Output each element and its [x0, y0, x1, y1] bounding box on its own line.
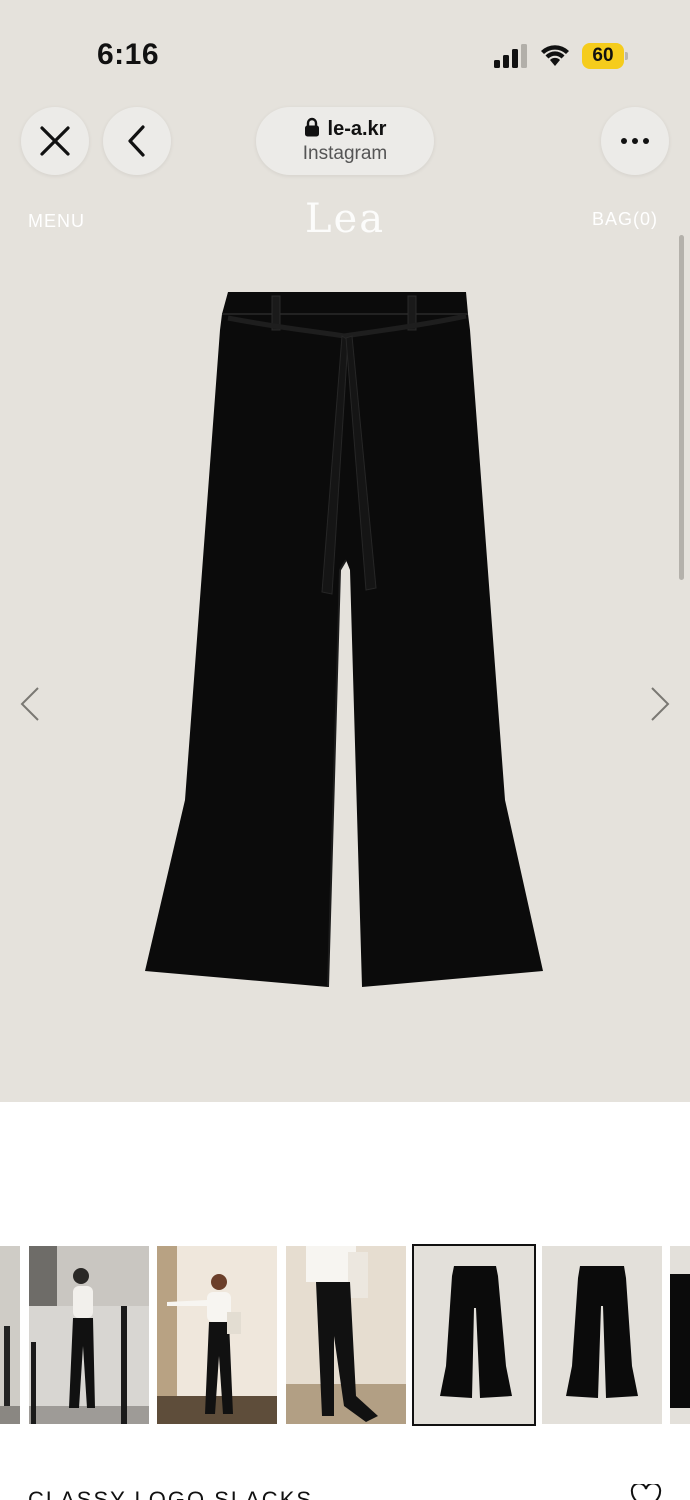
close-icon [40, 126, 70, 156]
url-domain: le-a.kr [327, 118, 387, 140]
menu-link[interactable]: MENU [28, 211, 85, 232]
thumbnail[interactable] [157, 1246, 277, 1424]
product-title: CLASSY LOGO SLACKS [28, 1487, 314, 1500]
chevron-left-icon[interactable] [18, 686, 42, 722]
thumbnail-selected[interactable] [412, 1244, 536, 1426]
trousers-figure [145, 292, 543, 988]
more-button[interactable] [601, 107, 669, 175]
thumbnail[interactable] [0, 1246, 20, 1424]
wifi-icon [541, 45, 569, 66]
status-bar: 6:16 60 [0, 0, 690, 100]
thumbnail-strip[interactable] [0, 1244, 690, 1426]
status-time: 6:16 [97, 38, 160, 71]
url-bar[interactable]: le-a.kr Instagram [256, 107, 434, 175]
lock-icon [304, 117, 319, 137]
back-button[interactable] [103, 107, 171, 175]
battery-indicator: 60 [582, 43, 628, 69]
more-icon [621, 138, 649, 144]
thumbnail[interactable] [29, 1246, 149, 1424]
close-button[interactable] [21, 107, 89, 175]
chevron-right-icon[interactable] [648, 686, 672, 722]
site-logo[interactable]: Lea [295, 196, 395, 242]
back-icon [128, 125, 145, 157]
thumbnail[interactable] [286, 1246, 406, 1424]
product-main-image [145, 292, 543, 988]
thumbnail[interactable] [542, 1246, 662, 1424]
battery-level: 60 [592, 45, 614, 66]
heart-icon[interactable] [630, 1484, 662, 1500]
thumbnail[interactable] [670, 1246, 690, 1424]
cellular-signal-icon [494, 44, 527, 68]
url-source: Instagram [302, 143, 388, 164]
scrollbar[interactable] [679, 235, 684, 580]
url-domain-line: le-a.kr [256, 117, 434, 141]
bag-link[interactable]: BAG(0) [592, 209, 658, 230]
page: 6:16 60 le-a.kr Instagram MENU Lea BAG(0… [0, 0, 690, 1500]
